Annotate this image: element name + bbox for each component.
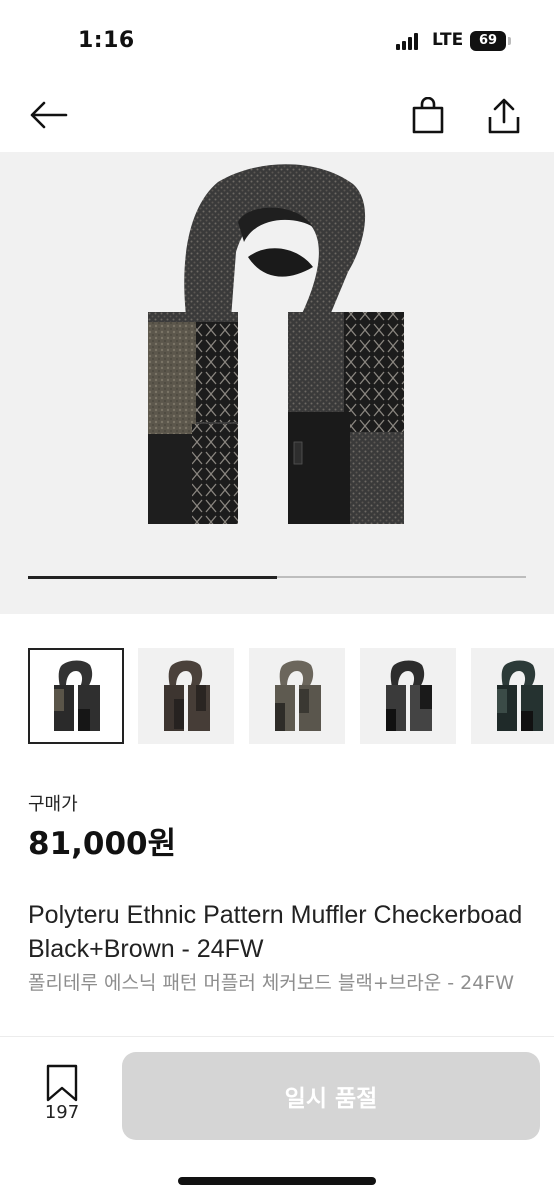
- scarf-thumb-grey-beige: [275, 660, 321, 731]
- status-bar: 1:16 LTE 69: [0, 0, 554, 80]
- scarf-thumb-black-brown: [54, 660, 100, 731]
- price-value: 81,000원: [28, 826, 177, 862]
- thumbnail-5[interactable]: [471, 648, 554, 744]
- bookmark-count: 197: [44, 1102, 80, 1123]
- arrow-left-icon: [30, 101, 68, 129]
- share-icon: [488, 98, 520, 134]
- price-label: 구매가: [28, 794, 78, 815]
- gallery-progress-fill: [28, 575, 277, 579]
- thumbnail-2[interactable]: [138, 648, 234, 744]
- product-gallery[interactable]: [0, 152, 554, 614]
- battery-icon: 69: [470, 31, 506, 51]
- bottom-divider: [0, 1036, 554, 1037]
- share-button[interactable]: [476, 88, 532, 144]
- battery-cap: [508, 37, 511, 45]
- scarf-thumb-brown: [164, 660, 210, 731]
- gallery-progress: [28, 575, 526, 579]
- bookmark-icon: [46, 1064, 78, 1102]
- scarf-image[interactable]: [148, 162, 406, 530]
- scarf-thumb-black: [386, 660, 432, 731]
- back-button[interactable]: [20, 90, 76, 140]
- scarf-thumb-green: [497, 660, 543, 731]
- nav-bar: [0, 80, 554, 152]
- shopping-bag-button[interactable]: [400, 88, 456, 144]
- signal-icon: [396, 32, 424, 50]
- product-title-en: Polyteru Ethnic Pattern Muffler Checkerb…: [28, 901, 523, 963]
- network-label: LTE: [432, 30, 464, 50]
- bookmark-button[interactable]: 197: [30, 1058, 94, 1130]
- thumbnail-strip[interactable]: [28, 648, 554, 746]
- shopping-bag-icon: [412, 97, 444, 134]
- thumbnail-4[interactable]: [360, 648, 456, 744]
- home-indicator: [178, 1177, 376, 1185]
- thumbnail-1[interactable]: [28, 648, 124, 744]
- thumbnail-3[interactable]: [249, 648, 345, 744]
- product-title-ko: 폴리테루 에스닉 패턴 머플러 체커보드 블랙+브라운 - 24FW: [28, 972, 515, 994]
- status-time: 1:16: [78, 28, 135, 53]
- sold-out-button[interactable]: 일시 품절: [122, 1052, 540, 1140]
